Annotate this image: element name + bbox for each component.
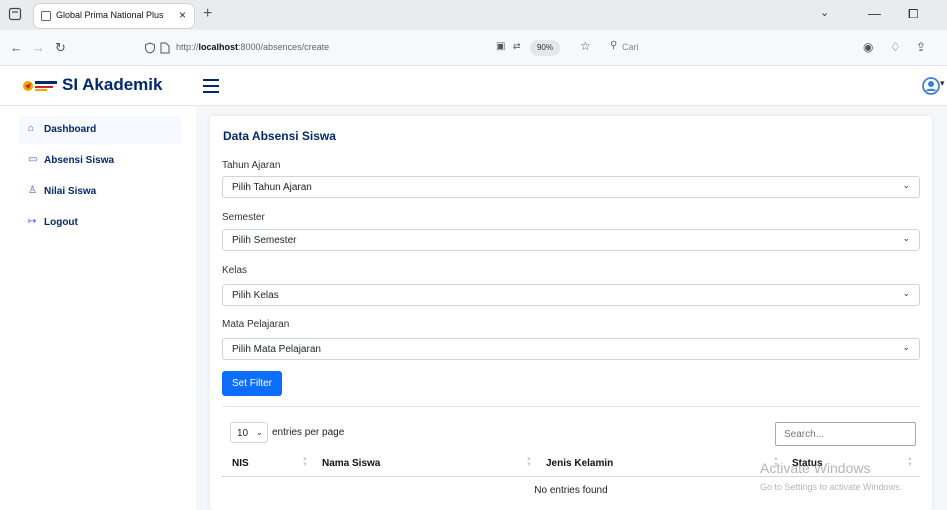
tab-close-icon[interactable]: × bbox=[179, 8, 186, 22]
activation-watermark-title: Activate Windows bbox=[760, 460, 871, 476]
page-favicon-icon bbox=[41, 11, 51, 21]
search-icon: ⚲ bbox=[610, 40, 618, 51]
column-header-jenis-kelamin[interactable]: Jenis Kelamin bbox=[546, 458, 613, 469]
sort-icon[interactable]: ▲ ▼ bbox=[526, 456, 532, 468]
set-filter-button[interactable]: Set Filter bbox=[222, 371, 282, 396]
sidebar: ⌂ Dashboard ▭ Absensi Siswa ♙ Nilai Sisw… bbox=[0, 106, 196, 510]
class-value: Pilih Kelas bbox=[232, 290, 279, 301]
browser-search-placeholder[interactable]: Cari bbox=[622, 42, 639, 52]
sidebar-item-dashboard[interactable]: ⌂ Dashboard bbox=[18, 116, 182, 144]
page-icon bbox=[160, 42, 170, 54]
brand-name[interactable]: SI Akademik bbox=[62, 75, 162, 95]
extensions-icon[interactable]: ♢ bbox=[890, 40, 901, 54]
divider bbox=[222, 406, 920, 407]
academic-year-value: Pilih Tahun Ajaran bbox=[232, 182, 312, 193]
tab-overflow-chevron-icon[interactable]: ⌄ bbox=[820, 6, 829, 19]
forward-arrow-icon[interactable]: → bbox=[32, 40, 45, 55]
column-header-nama-siswa[interactable]: Nama Siswa bbox=[322, 458, 380, 469]
monitor-icon: ▭ bbox=[28, 154, 38, 165]
sidebar-item-label: Logout bbox=[44, 217, 78, 228]
subject-select[interactable]: Pilih Mata Pelajaran ⌄ bbox=[222, 338, 920, 360]
zoom-badge[interactable]: 90% bbox=[530, 40, 560, 56]
chevron-down-icon: ⌄ bbox=[256, 428, 263, 437]
academic-year-select[interactable]: Pilih Tahun Ajaran ⌄ bbox=[222, 176, 920, 198]
school-logo-icon bbox=[23, 81, 57, 91]
class-label: Kelas bbox=[222, 265, 248, 276]
sidebar-item-nilai-siswa[interactable]: ♙ Nilai Siswa bbox=[18, 178, 182, 206]
maximize-button[interactable]: ⧠ bbox=[908, 6, 918, 22]
entries-per-page-label: entries per page bbox=[272, 427, 345, 438]
bookmark-star-icon[interactable]: ☆ bbox=[580, 39, 591, 53]
logout-icon: ↦ bbox=[28, 216, 37, 227]
share-icon[interactable]: ⇪ bbox=[916, 40, 926, 54]
sidebar-item-logout[interactable]: ↦ Logout bbox=[18, 209, 182, 237]
tab-title: Global Prima National Plus bbox=[56, 10, 164, 20]
translate-icon[interactable]: ⇄ bbox=[513, 41, 521, 52]
semester-label: Semester bbox=[222, 212, 265, 223]
account-icon[interactable]: ◉ bbox=[863, 40, 873, 54]
browser-tab-bar: Global Prima National Plus × + ⌄ — ⧠ bbox=[0, 0, 947, 30]
chevron-down-icon: ⌄ bbox=[902, 342, 910, 352]
sidebar-item-label: Nilai Siswa bbox=[44, 186, 97, 197]
person-icon: ♙ bbox=[28, 185, 37, 196]
sidebar-item-label: Dashboard bbox=[44, 124, 97, 135]
new-tab-button[interactable]: + bbox=[203, 5, 212, 23]
chevron-down-icon: ⌄ bbox=[902, 288, 910, 298]
semester-select[interactable]: Pilih Semester ⌄ bbox=[222, 229, 920, 251]
subject-value: Pilih Mata Pelajaran bbox=[232, 344, 321, 355]
browser-tab[interactable]: Global Prima National Plus × bbox=[34, 4, 194, 28]
activation-watermark-subtitle: Go to Settings to activate Windows. bbox=[760, 482, 903, 492]
menu-toggle-icon[interactable] bbox=[203, 79, 219, 93]
table-search-input[interactable] bbox=[775, 422, 916, 446]
sidebar-item-absensi-siswa[interactable]: ▭ Absensi Siswa bbox=[18, 147, 182, 175]
absence-card: Data Absensi Siswa Tahun Ajaran Pilih Ta… bbox=[210, 116, 932, 510]
chevron-down-icon: ⌄ bbox=[902, 180, 910, 190]
sidebar-item-label: Absensi Siswa bbox=[44, 155, 115, 166]
address-bar[interactable]: http://localhost:8000/absences/create ▣ … bbox=[140, 36, 650, 60]
app-header: SI Akademik ▾ bbox=[0, 66, 947, 106]
user-dropdown-chevron-icon[interactable]: ▾ bbox=[940, 78, 945, 89]
chevron-down-icon: ⌄ bbox=[902, 233, 910, 243]
table-header-border bbox=[222, 476, 920, 477]
user-avatar-icon[interactable] bbox=[922, 77, 940, 95]
entries-per-page-select[interactable]: 10 ⌄ bbox=[230, 422, 268, 443]
subject-label: Mata Pelajaran bbox=[222, 319, 290, 330]
url-text[interactable]: http://localhost:8000/absences/create bbox=[176, 42, 329, 52]
class-select[interactable]: Pilih Kelas ⌄ bbox=[222, 284, 920, 306]
shield-icon[interactable] bbox=[144, 42, 156, 54]
minimize-button[interactable]: — bbox=[868, 6, 881, 21]
semester-value: Pilih Semester bbox=[232, 235, 297, 246]
reload-icon[interactable]: ↻ bbox=[55, 40, 66, 56]
reader-view-icon[interactable]: ▣ bbox=[496, 41, 505, 52]
column-header-nis[interactable]: NIS bbox=[232, 458, 249, 469]
tab-list-icon[interactable] bbox=[8, 7, 22, 21]
browser-nav-bar: ← → ↻ http://localhost:8000/absences/cre… bbox=[0, 30, 947, 66]
sort-icon[interactable]: ▲ ▼ bbox=[907, 456, 913, 468]
back-arrow-icon[interactable]: ← bbox=[10, 40, 23, 55]
sort-icon[interactable]: ▲ ▼ bbox=[302, 456, 308, 468]
card-title: Data Absensi Siswa bbox=[223, 129, 336, 143]
academic-year-label: Tahun Ajaran bbox=[222, 160, 281, 171]
entries-value: 10 bbox=[237, 428, 249, 439]
home-icon: ⌂ bbox=[28, 123, 35, 134]
